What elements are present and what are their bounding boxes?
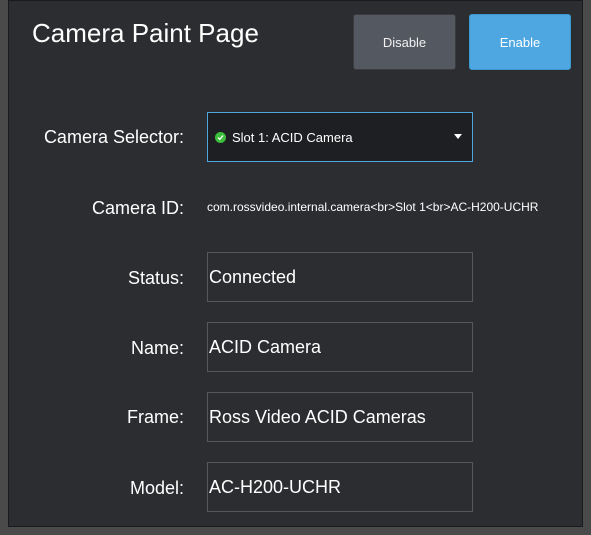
model-label: Model: [129, 478, 184, 498]
disable-button[interactable]: Disable [353, 14, 456, 70]
name-field[interactable]: ACID Camera [207, 322, 473, 372]
status-label: Status: [127, 268, 184, 288]
frame-field[interactable]: Ross Video ACID Cameras [207, 392, 473, 442]
page-title: Camera Paint Page [32, 18, 259, 48]
camera-selector-value: Slot 1: ACID Camera [232, 129, 353, 145]
model-field[interactable]: AC-H200-UCHR [207, 462, 473, 512]
camera-selector-label: Camera Selector: [43, 127, 184, 147]
frame-label: Frame: [126, 407, 184, 427]
connected-check-icon [215, 131, 226, 143]
camera-id-label: Camera ID: [91, 198, 184, 218]
camera-id-value: com.rossvideo.internal.camera<br>Slot 1<… [207, 200, 539, 214]
camera-paint-panel: Camera Paint Page Disable Enable Camera … [8, 0, 583, 527]
chevron-down-icon [454, 134, 462, 139]
camera-selector-dropdown[interactable]: Slot 1: ACID Camera [207, 112, 473, 162]
name-label: Name: [130, 338, 184, 358]
status-field: Connected [207, 252, 473, 302]
enable-button[interactable]: Enable [469, 14, 571, 70]
